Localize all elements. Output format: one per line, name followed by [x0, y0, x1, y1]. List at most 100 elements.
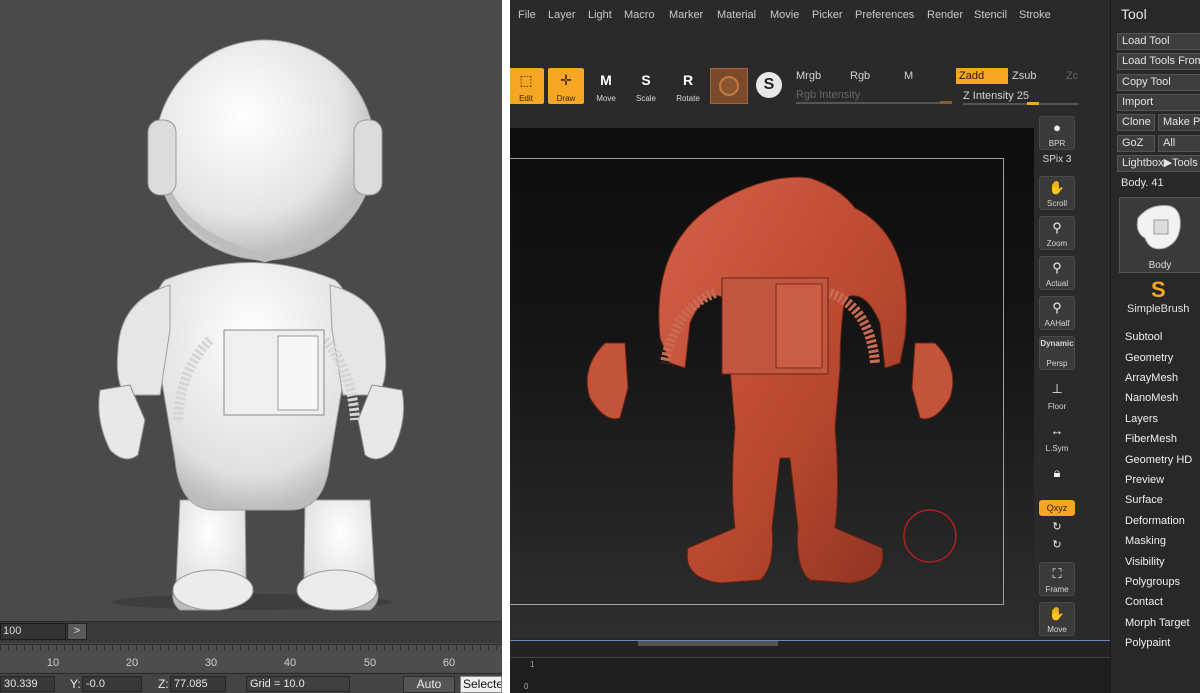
timeline-label: 1	[530, 660, 535, 669]
selected-dropdown[interactable]: Selecte	[460, 676, 502, 693]
menu-preferences[interactable]: Preferences	[855, 9, 914, 21]
persp-button[interactable]: Dynamic Persp	[1039, 336, 1075, 370]
frame-counter[interactable]: 100	[0, 623, 66, 640]
zadd-button[interactable]: Zadd	[956, 68, 1008, 84]
load-tools-from-button[interactable]: Load Tools From	[1117, 53, 1200, 70]
lock-button[interactable]: 🔒︎	[1039, 462, 1075, 496]
lightbox-tools-button[interactable]: Lightbox▶Tools	[1117, 155, 1200, 172]
menu-light[interactable]: Light	[588, 9, 612, 21]
timeline-ruler[interactable]: 10 20 30 40 50 60	[0, 644, 502, 672]
subpalette-subtool[interactable]: Subtool	[1125, 331, 1162, 343]
subpalette-fibermesh[interactable]: FiberMesh	[1125, 433, 1177, 445]
zsub-button[interactable]: Zsub	[1012, 70, 1036, 82]
scale-label: Scale	[635, 94, 656, 103]
move-button[interactable]: M Move	[588, 68, 624, 104]
scroll-button[interactable]: ✋ Scroll	[1039, 176, 1075, 210]
ruler-tick	[112, 645, 113, 650]
subpalette-polygroups[interactable]: Polygroups	[1125, 576, 1180, 588]
zcut-button[interactable]: Zc	[1066, 70, 1078, 82]
material-swatch-button[interactable]	[710, 68, 748, 104]
aahalf-label: AAHalf	[1044, 319, 1070, 328]
lsym-button[interactable]: ↔ L.Sym	[1039, 420, 1075, 454]
m-button[interactable]: M	[904, 70, 913, 82]
ruler-tick	[200, 645, 201, 650]
move-hand-icon: ✋	[1048, 606, 1066, 621]
perspective-viewport[interactable]	[0, 0, 502, 620]
scale-button[interactable]: S Scale	[628, 68, 664, 104]
timeline-label: 0	[524, 682, 529, 691]
edit-icon: ⬚	[519, 72, 533, 88]
ruler-tick	[464, 645, 465, 650]
menu-stroke[interactable]: Stroke	[1019, 9, 1051, 21]
subpalette-polypaint[interactable]: Polypaint	[1125, 637, 1170, 649]
import-button[interactable]: Import	[1117, 94, 1200, 111]
next-frame-button[interactable]: >	[67, 623, 87, 640]
actual-button[interactable]: ⚲ Actual	[1039, 256, 1075, 290]
z-intensity-slider[interactable]	[963, 103, 1079, 105]
spix-control[interactable]: SPix 3	[1039, 152, 1075, 172]
tray-handle[interactable]	[638, 641, 778, 646]
subpalette-geometry[interactable]: Geometry	[1125, 352, 1173, 364]
mrgb-button[interactable]: Mrgb	[796, 70, 821, 82]
menu-render[interactable]: Render	[927, 9, 963, 21]
y-coordinate-field[interactable]: -0.0	[82, 676, 142, 692]
subpalette-visibility[interactable]: Visibility	[1125, 556, 1165, 568]
rgb-intensity-slider[interactable]	[796, 102, 952, 104]
rgb-intensity-handle[interactable]	[940, 101, 952, 104]
tool-palette-title[interactable]: Tool	[1121, 6, 1147, 22]
subpalette-surface[interactable]: Surface	[1125, 494, 1163, 506]
timeline-track[interactable]: 1 0	[510, 657, 1110, 693]
auto-key-button[interactable]: Auto	[403, 676, 455, 693]
move-view-button[interactable]: ✋ Move	[1039, 602, 1075, 636]
z-intensity-handle[interactable]	[1027, 102, 1039, 105]
z-label: Z:	[158, 677, 169, 691]
menu-file[interactable]: File	[518, 9, 536, 21]
ruler-tick	[168, 645, 169, 650]
menu-movie[interactable]: Movie	[770, 9, 799, 21]
ruler-tick	[104, 645, 105, 650]
symmetry-icon: ↔	[1050, 423, 1064, 438]
goz-button[interactable]: GoZ	[1117, 135, 1155, 152]
rgb-button[interactable]: Rgb	[850, 70, 870, 82]
tool-thumbnail[interactable]: Body	[1119, 197, 1200, 273]
copy-tool-button[interactable]: Copy Tool	[1117, 74, 1200, 91]
ruler-tick	[376, 645, 377, 650]
z-rotation-button[interactable]: ↻	[1039, 538, 1075, 554]
z-coordinate-field[interactable]: 77.085	[170, 676, 226, 692]
menu-material[interactable]: Material	[717, 9, 756, 21]
subpalette-geometry-hd[interactable]: Geometry HD	[1125, 454, 1192, 466]
subpalette-arraymesh[interactable]: ArrayMesh	[1125, 372, 1178, 384]
rotate-button[interactable]: R Rotate	[670, 68, 706, 104]
zoom-button[interactable]: ⚲ Zoom	[1039, 216, 1075, 250]
menu-picker[interactable]: Picker	[812, 9, 843, 21]
bpr-button[interactable]: ● BPR	[1039, 116, 1075, 150]
subpalette-preview[interactable]: Preview	[1125, 474, 1164, 486]
stroke-icon[interactable]: S	[756, 72, 782, 98]
xyz-rotation-button[interactable]: Qxyz	[1039, 500, 1075, 516]
floor-button[interactable]: ⊥ Floor	[1039, 378, 1075, 412]
menu-layer[interactable]: Layer	[548, 9, 576, 21]
aahalf-button[interactable]: ⚲ AAHalf	[1039, 296, 1075, 330]
subpalette-layers[interactable]: Layers	[1125, 413, 1158, 425]
clone-button[interactable]: Clone	[1117, 114, 1155, 131]
subpalette-nanomesh[interactable]: NanoMesh	[1125, 392, 1178, 404]
edit-button[interactable]: ⬚ Edit	[510, 68, 544, 104]
make-polymesh-button[interactable]: Make P	[1158, 114, 1200, 131]
subpalette-masking[interactable]: Masking	[1125, 535, 1166, 547]
menu-marker[interactable]: Marker	[669, 9, 703, 21]
menu-macro[interactable]: Macro	[624, 9, 655, 21]
simplebrush-icon[interactable]: S	[1151, 277, 1166, 303]
subpalette-deformation[interactable]: Deformation	[1125, 515, 1185, 527]
draw-button[interactable]: ✛ Draw	[548, 68, 584, 104]
ruler-tick	[192, 645, 193, 650]
x-coordinate-field[interactable]: 30.339	[0, 676, 55, 692]
subpalette-contact[interactable]: Contact	[1125, 596, 1163, 608]
goz-all-button[interactable]: All	[1158, 135, 1200, 152]
y-rotation-button[interactable]: ↻	[1039, 520, 1075, 536]
frame-button[interactable]: ⛶ Frame	[1039, 562, 1075, 596]
menu-stencil[interactable]: Stencil	[974, 9, 1007, 21]
ruler-tick	[152, 645, 153, 650]
document-canvas[interactable]	[510, 128, 1034, 638]
subpalette-morph-target[interactable]: Morph Target	[1125, 617, 1190, 629]
load-tool-button[interactable]: Load Tool	[1117, 33, 1200, 50]
